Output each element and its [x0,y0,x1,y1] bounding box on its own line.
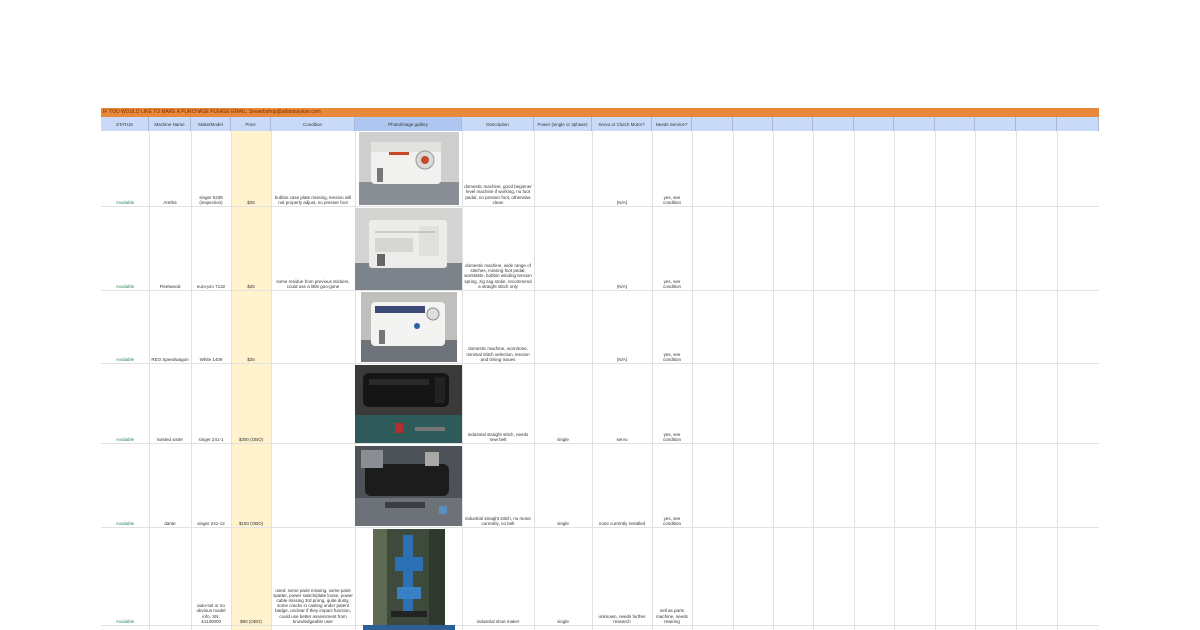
header-empty [1057,117,1099,131]
header-status[interactable]: STATUS [101,117,149,131]
header-empty [773,117,813,131]
needs-service-cell[interactable]: yes, see condition [654,516,690,526]
motor-cell[interactable]: (N/A) [592,200,652,205]
condition-cell[interactable]: used: some paint missing, some paint spa… [273,588,353,624]
make-model-cell[interactable]: White 1409 [193,357,229,362]
make-model-cell[interactable]: singer 6238 (inspection) [193,195,229,205]
description-cell[interactable]: domestic machine, worn/tone, minimal sti… [464,346,532,362]
description-cell[interactable]: industrial shoe maker [464,619,532,624]
motor-cell[interactable]: (N/A) [592,284,652,289]
header-empty [733,117,773,131]
machine-photo[interactable] [355,365,462,443]
status-cell[interactable]: Available [101,619,149,624]
power-cell[interactable]: single [534,521,592,526]
table-row[interactable]: Available dante singer 241-12 $150 (OBO)… [101,444,1099,528]
status-cell[interactable]: Available [101,521,149,526]
table-row[interactable]: Available twisted sister singer 241-1 $3… [101,364,1099,444]
price-cell[interactable]: $25 [231,200,271,205]
machine-photo[interactable] [355,446,462,526]
description-cell[interactable]: domestic machine, good beginner level ma… [464,184,532,205]
price-cell[interactable]: $300 (OBO) [231,437,271,442]
machine-photo[interactable] [359,132,459,205]
header-make-model[interactable]: Make/Model [191,117,231,131]
make-model-cell[interactable]: euro-pro 7132 [193,284,229,289]
motor-cell[interactable]: none currently installed [592,521,652,526]
header-condition[interactable]: Condition [271,117,355,131]
status-cell[interactable]: Available [101,357,149,362]
machine-name-cell[interactable]: twisted sister [149,437,191,442]
needs-service-cell[interactable]: yes, see condition [654,352,690,362]
purchase-banner: IF YOU WOULD LIKE TO MAKE A PURCHASE PLE… [101,108,1099,117]
power-cell[interactable]: single [534,437,592,442]
header-empty [813,117,854,131]
machine-photo[interactable] [363,625,455,630]
machine-photo[interactable] [361,292,457,362]
machine-name-cell[interactable]: dante [149,521,191,526]
header-row: STATUS Machine Name Make/Model Price Con… [101,117,1099,131]
description-cell[interactable]: industrial straight stitch, needs new be… [464,432,532,442]
header-power[interactable]: Power (single or 3phase) [534,117,592,131]
status-cell[interactable]: Available [101,284,149,289]
motor-cell[interactable]: unknown, needs further research [592,614,652,624]
machine-name-cell[interactable]: REO Speedwagon [151,357,189,362]
header-description[interactable]: Description [462,117,534,131]
needs-service-cell[interactable]: yes, see condition [654,432,690,442]
price-cell[interactable]: $25 [231,284,271,289]
power-cell[interactable]: single [534,619,592,624]
header-machine-name[interactable]: Machine Name [149,117,191,131]
header-motor[interactable]: Servo or Clutch Motor? [592,117,652,131]
machine-photo[interactable] [355,208,462,290]
header-empty [1016,117,1057,131]
make-model-cell[interactable]: singer 241-1 [193,437,229,442]
status-cell[interactable]: Available [101,437,149,442]
machine-name-cell[interactable]: Fleetwood [149,284,191,289]
motor-cell[interactable]: (N/A) [592,357,652,362]
condition-cell[interactable]: some residue from previous stickers, cou… [275,279,351,289]
header-empty [894,117,935,131]
price-cell[interactable]: $150 (OBO) [231,521,271,526]
header-empty [854,117,894,131]
needs-service-cell[interactable]: yes, see condition [654,195,690,205]
table-row[interactable]: Available REO Speedwagon White 1409 $25 … [101,291,1099,364]
header-photo-gallery[interactable]: Photo/image gallery [355,117,462,131]
status-cell[interactable]: Available [101,200,149,205]
description-cell[interactable]: industrial straight stitch, no motor cur… [464,516,532,526]
motor-cell[interactable]: servo [592,437,652,442]
machine-name-cell[interactable]: Aretha [149,200,191,205]
header-needs-service[interactable]: Needs Service? [652,117,692,131]
table-row[interactable]: Available Fleetwood euro-pro 7132 $25 so… [101,207,1099,291]
price-cell[interactable]: $80 (OBO) [231,619,271,624]
make-model-cell[interactable]: auto-set or no obvious model info, SN: 4… [193,603,229,624]
header-price[interactable]: Price [231,117,271,131]
header-empty [975,117,1016,131]
header-empty [935,117,975,131]
description-cell[interactable]: domestic machine, wide range of stitches… [464,263,532,289]
header-empty [692,117,733,131]
condition-cell[interactable]: bobbin case plate missing, tension will … [273,195,353,205]
table-row[interactable]: Available Aretha singer 6238 (inspection… [101,131,1099,207]
price-cell[interactable]: $25 [231,357,271,362]
machine-photo[interactable] [373,529,445,625]
spreadsheet: IF YOU WOULD LIKE TO MAKE A PURCHASE PLE… [101,108,1099,630]
needs-service-cell[interactable]: yes, see condition [654,279,690,289]
needs-service-cell[interactable]: sell as parts machine, needs rewiring [654,608,690,624]
make-model-cell[interactable]: singer 241-12 [191,521,231,526]
table-row[interactable]: Available auto-set or no obvious model i… [101,528,1099,626]
